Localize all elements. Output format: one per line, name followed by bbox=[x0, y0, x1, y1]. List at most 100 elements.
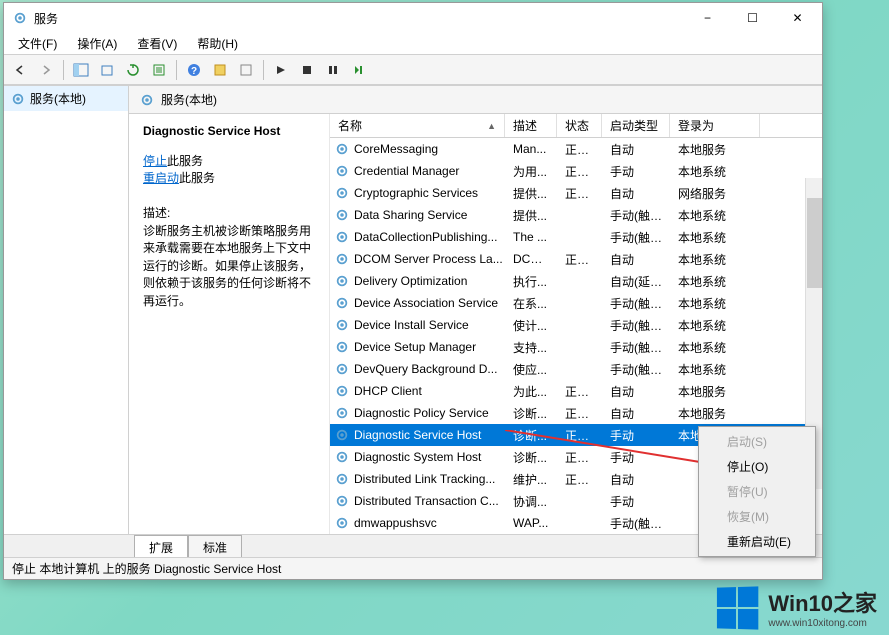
cell-desc: 诊断... bbox=[505, 427, 557, 444]
ctx-restart[interactable]: 重新启动(E) bbox=[701, 529, 813, 554]
cell-name: CoreMessaging bbox=[330, 141, 505, 157]
toolbar-icon[interactable] bbox=[208, 58, 232, 82]
ctx-start: 启动(S) bbox=[701, 429, 813, 454]
tree-pane: 服务(本地) bbox=[4, 86, 129, 534]
cell-state: 正在... bbox=[557, 251, 602, 268]
pause-service-button[interactable] bbox=[321, 58, 345, 82]
gear-icon bbox=[334, 427, 350, 443]
cell-desc: 提供... bbox=[505, 185, 557, 202]
toolbar-icon[interactable] bbox=[234, 58, 258, 82]
gear-icon bbox=[334, 141, 350, 157]
stop-service-button[interactable] bbox=[295, 58, 319, 82]
start-service-button[interactable] bbox=[269, 58, 293, 82]
restart-line: 重启动此服务 bbox=[143, 169, 317, 186]
cell-start: 手动 bbox=[602, 427, 670, 444]
scrollbar-thumb[interactable] bbox=[807, 198, 822, 288]
cell-name: Credential Manager bbox=[330, 163, 505, 179]
svg-text:?: ? bbox=[191, 66, 197, 77]
cell-start: 自动(延迟... bbox=[602, 273, 670, 290]
gear-icon bbox=[334, 493, 350, 509]
menu-view[interactable]: 查看(V) bbox=[127, 33, 187, 54]
cell-desc: 为此... bbox=[505, 383, 557, 400]
titlebar: 服务 − ☐ ✕ bbox=[4, 3, 822, 33]
gear-icon bbox=[334, 229, 350, 245]
back-button[interactable] bbox=[8, 58, 32, 82]
properties-button[interactable] bbox=[147, 58, 171, 82]
maximize-button[interactable]: ☐ bbox=[730, 4, 775, 32]
statusbar: 停止 本地计算机 上的服务 Diagnostic Service Host bbox=[4, 557, 822, 579]
table-row[interactable]: Device Install Service使计...手动(触发...本地系统 bbox=[330, 314, 822, 336]
tree-root[interactable]: 服务(本地) bbox=[4, 86, 128, 111]
gear-icon bbox=[334, 405, 350, 421]
col-logon[interactable]: 登录为 bbox=[670, 114, 760, 137]
cell-start: 手动(触发... bbox=[602, 207, 670, 224]
cell-desc: The ... bbox=[505, 230, 557, 244]
table-row[interactable]: Credential Manager为用...正在...手动本地系统 bbox=[330, 160, 822, 182]
windows-logo-icon bbox=[717, 586, 758, 629]
stop-link[interactable]: 停止 bbox=[143, 154, 167, 168]
cell-logon: 本地系统 bbox=[670, 251, 760, 268]
help-button[interactable]: ? bbox=[182, 58, 206, 82]
cell-name: Diagnostic Policy Service bbox=[330, 405, 505, 421]
toolbar: ? bbox=[4, 55, 822, 85]
desc-text: 诊断服务主机被诊断策略服务用来承载需要在本地服务上下文中运行的诊断。如果停止该服… bbox=[143, 223, 317, 310]
table-row[interactable]: CoreMessagingMan...正在...自动本地服务 bbox=[330, 138, 822, 160]
gear-icon bbox=[334, 339, 350, 355]
table-row[interactable]: DataCollectionPublishing...The ...手动(触发.… bbox=[330, 226, 822, 248]
col-state[interactable]: 状态 bbox=[557, 114, 602, 137]
table-row[interactable]: DCOM Server Process La...DCO...正在...自动本地… bbox=[330, 248, 822, 270]
refresh-button[interactable] bbox=[121, 58, 145, 82]
export-button[interactable] bbox=[95, 58, 119, 82]
cell-state: 正在... bbox=[557, 185, 602, 202]
cell-logon: 网络服务 bbox=[670, 185, 760, 202]
cell-desc: 诊断... bbox=[505, 405, 557, 422]
table-row[interactable]: Device Setup Manager支持...手动(触发...本地系统 bbox=[330, 336, 822, 358]
context-menu: 启动(S) 停止(O) 暂停(U) 恢复(M) 重新启动(E) bbox=[698, 426, 816, 557]
cell-desc: 提供... bbox=[505, 207, 557, 224]
cell-desc: 支持... bbox=[505, 339, 557, 356]
cell-desc: 使计... bbox=[505, 317, 557, 334]
show-hide-tree-button[interactable] bbox=[69, 58, 93, 82]
separator bbox=[263, 60, 264, 80]
table-row[interactable]: DevQuery Background D...使应...手动(触发...本地系… bbox=[330, 358, 822, 380]
close-button[interactable]: ✕ bbox=[775, 4, 820, 32]
table-row[interactable]: Delivery Optimization执行...自动(延迟...本地系统 bbox=[330, 270, 822, 292]
ctx-stop[interactable]: 停止(O) bbox=[701, 454, 813, 479]
table-row[interactable]: Cryptographic Services提供...正在...自动网络服务 bbox=[330, 182, 822, 204]
cell-logon: 本地系统 bbox=[670, 361, 760, 378]
restart-link[interactable]: 重启动 bbox=[143, 171, 179, 185]
cell-name: Device Install Service bbox=[330, 317, 505, 333]
gear-icon bbox=[139, 92, 155, 108]
header-bar: 服务(本地) bbox=[129, 86, 822, 114]
col-name[interactable]: 名称▲ bbox=[330, 114, 505, 137]
window-controls: − ☐ ✕ bbox=[685, 4, 820, 32]
cell-start: 手动 bbox=[602, 449, 670, 466]
restart-service-button[interactable] bbox=[347, 58, 371, 82]
cell-logon: 本地系统 bbox=[670, 207, 760, 224]
tab-standard[interactable]: 标准 bbox=[188, 535, 242, 557]
stop-line: 停止此服务 bbox=[143, 152, 317, 169]
table-row[interactable]: DHCP Client为此...正在...自动本地服务 bbox=[330, 380, 822, 402]
menu-file[interactable]: 文件(F) bbox=[8, 33, 67, 54]
table-row[interactable]: Data Sharing Service提供...手动(触发...本地系统 bbox=[330, 204, 822, 226]
menu-help[interactable]: 帮助(H) bbox=[187, 33, 248, 54]
cell-start: 自动 bbox=[602, 383, 670, 400]
table-row[interactable]: Device Association Service在系...手动(触发...本… bbox=[330, 292, 822, 314]
cell-state: 正在... bbox=[557, 427, 602, 444]
cell-start: 手动(触发... bbox=[602, 361, 670, 378]
col-desc[interactable]: 描述 bbox=[505, 114, 557, 137]
minimize-button[interactable]: − bbox=[685, 4, 730, 32]
col-start[interactable]: 启动类型 bbox=[602, 114, 670, 137]
forward-button[interactable] bbox=[34, 58, 58, 82]
gear-icon bbox=[334, 383, 350, 399]
window-title: 服务 bbox=[34, 10, 685, 27]
tab-extended[interactable]: 扩展 bbox=[134, 535, 188, 557]
menu-action[interactable]: 操作(A) bbox=[67, 33, 127, 54]
cell-start: 手动 bbox=[602, 163, 670, 180]
cell-start: 手动(触发... bbox=[602, 229, 670, 246]
cell-state: 正在... bbox=[557, 405, 602, 422]
cell-state: 正在... bbox=[557, 141, 602, 158]
table-row[interactable]: Diagnostic Policy Service诊断...正在...自动本地服… bbox=[330, 402, 822, 424]
gear-icon bbox=[12, 10, 28, 26]
separator bbox=[63, 60, 64, 80]
